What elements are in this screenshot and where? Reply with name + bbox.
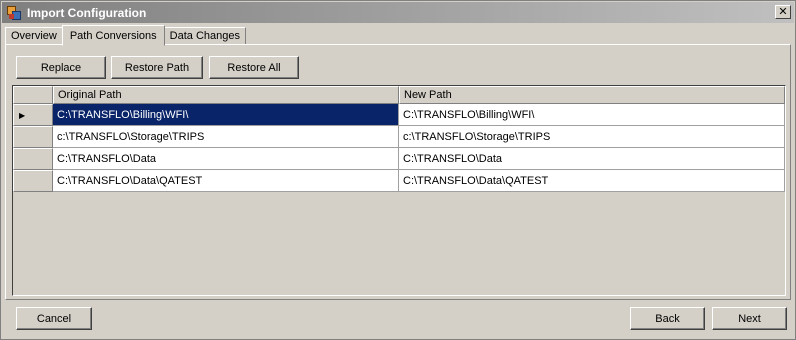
title-bar[interactable]: Import Configuration ✕ <box>2 2 794 23</box>
tab-path-conversions[interactable]: Path Conversions <box>61 25 165 46</box>
back-button[interactable]: Back <box>630 307 705 330</box>
path-conversions-grid[interactable]: Original Path New Path ▶ C:\TRANSFLO\Bil… <box>12 85 786 296</box>
app-icon <box>6 5 22 21</box>
grid-corner-header[interactable] <box>13 86 53 104</box>
table-row[interactable]: c:\TRANSFLO\Storage\TRIPS c:\TRANSFLO\St… <box>13 126 785 148</box>
original-path-cell[interactable]: C:\TRANSFLO\Data\QATEST <box>53 170 399 192</box>
original-path-cell[interactable]: C:\TRANSFLO\Billing\WFI\ <box>53 104 399 126</box>
next-button[interactable]: Next <box>712 307 787 330</box>
import-configuration-window: Import Configuration ✕ Overview Path Con… <box>0 0 796 340</box>
tab-overview[interactable]: Overview <box>5 27 63 45</box>
column-header-original-path[interactable]: Original Path <box>53 86 399 104</box>
row-header[interactable] <box>13 148 53 170</box>
new-path-cell[interactable]: c:\TRANSFLO\Storage\TRIPS <box>399 126 785 148</box>
grid-body: Original Path New Path ▶ C:\TRANSFLO\Bil… <box>13 86 785 295</box>
new-path-cell[interactable]: C:\TRANSFLO\Data\QATEST <box>399 170 785 192</box>
original-path-cell[interactable]: c:\TRANSFLO\Storage\TRIPS <box>53 126 399 148</box>
current-row-indicator-icon[interactable]: ▶ <box>13 104 53 126</box>
new-path-cell[interactable]: C:\TRANSFLO\Billing\WFI\ <box>399 104 785 126</box>
restore-all-button[interactable]: Restore All <box>209 56 299 79</box>
table-row[interactable]: C:\TRANSFLO\Data C:\TRANSFLO\Data <box>13 148 785 170</box>
table-row[interactable]: ▶ C:\TRANSFLO\Billing\WFI\ C:\TRANSFLO\B… <box>13 104 785 126</box>
window-title: Import Configuration <box>27 5 147 20</box>
grid-header: Original Path New Path <box>13 86 785 104</box>
row-header[interactable] <box>13 126 53 148</box>
tab-data-changes[interactable]: Data Changes <box>163 27 246 45</box>
close-icon[interactable]: ✕ <box>775 5 791 19</box>
original-path-cell[interactable]: C:\TRANSFLO\Data <box>53 148 399 170</box>
table-row[interactable]: C:\TRANSFLO\Data\QATEST C:\TRANSFLO\Data… <box>13 170 785 192</box>
restore-path-button[interactable]: Restore Path <box>111 56 203 79</box>
tab-strip: Overview Path Conversions Data Changes <box>5 25 246 46</box>
replace-button[interactable]: Replace <box>16 56 106 79</box>
column-header-new-path[interactable]: New Path <box>399 86 785 104</box>
cancel-button[interactable]: Cancel <box>16 307 92 330</box>
path-conversions-panel: Replace Restore Path Restore All Origina… <box>5 44 791 300</box>
new-path-cell[interactable]: C:\TRANSFLO\Data <box>399 148 785 170</box>
row-header[interactable] <box>13 170 53 192</box>
